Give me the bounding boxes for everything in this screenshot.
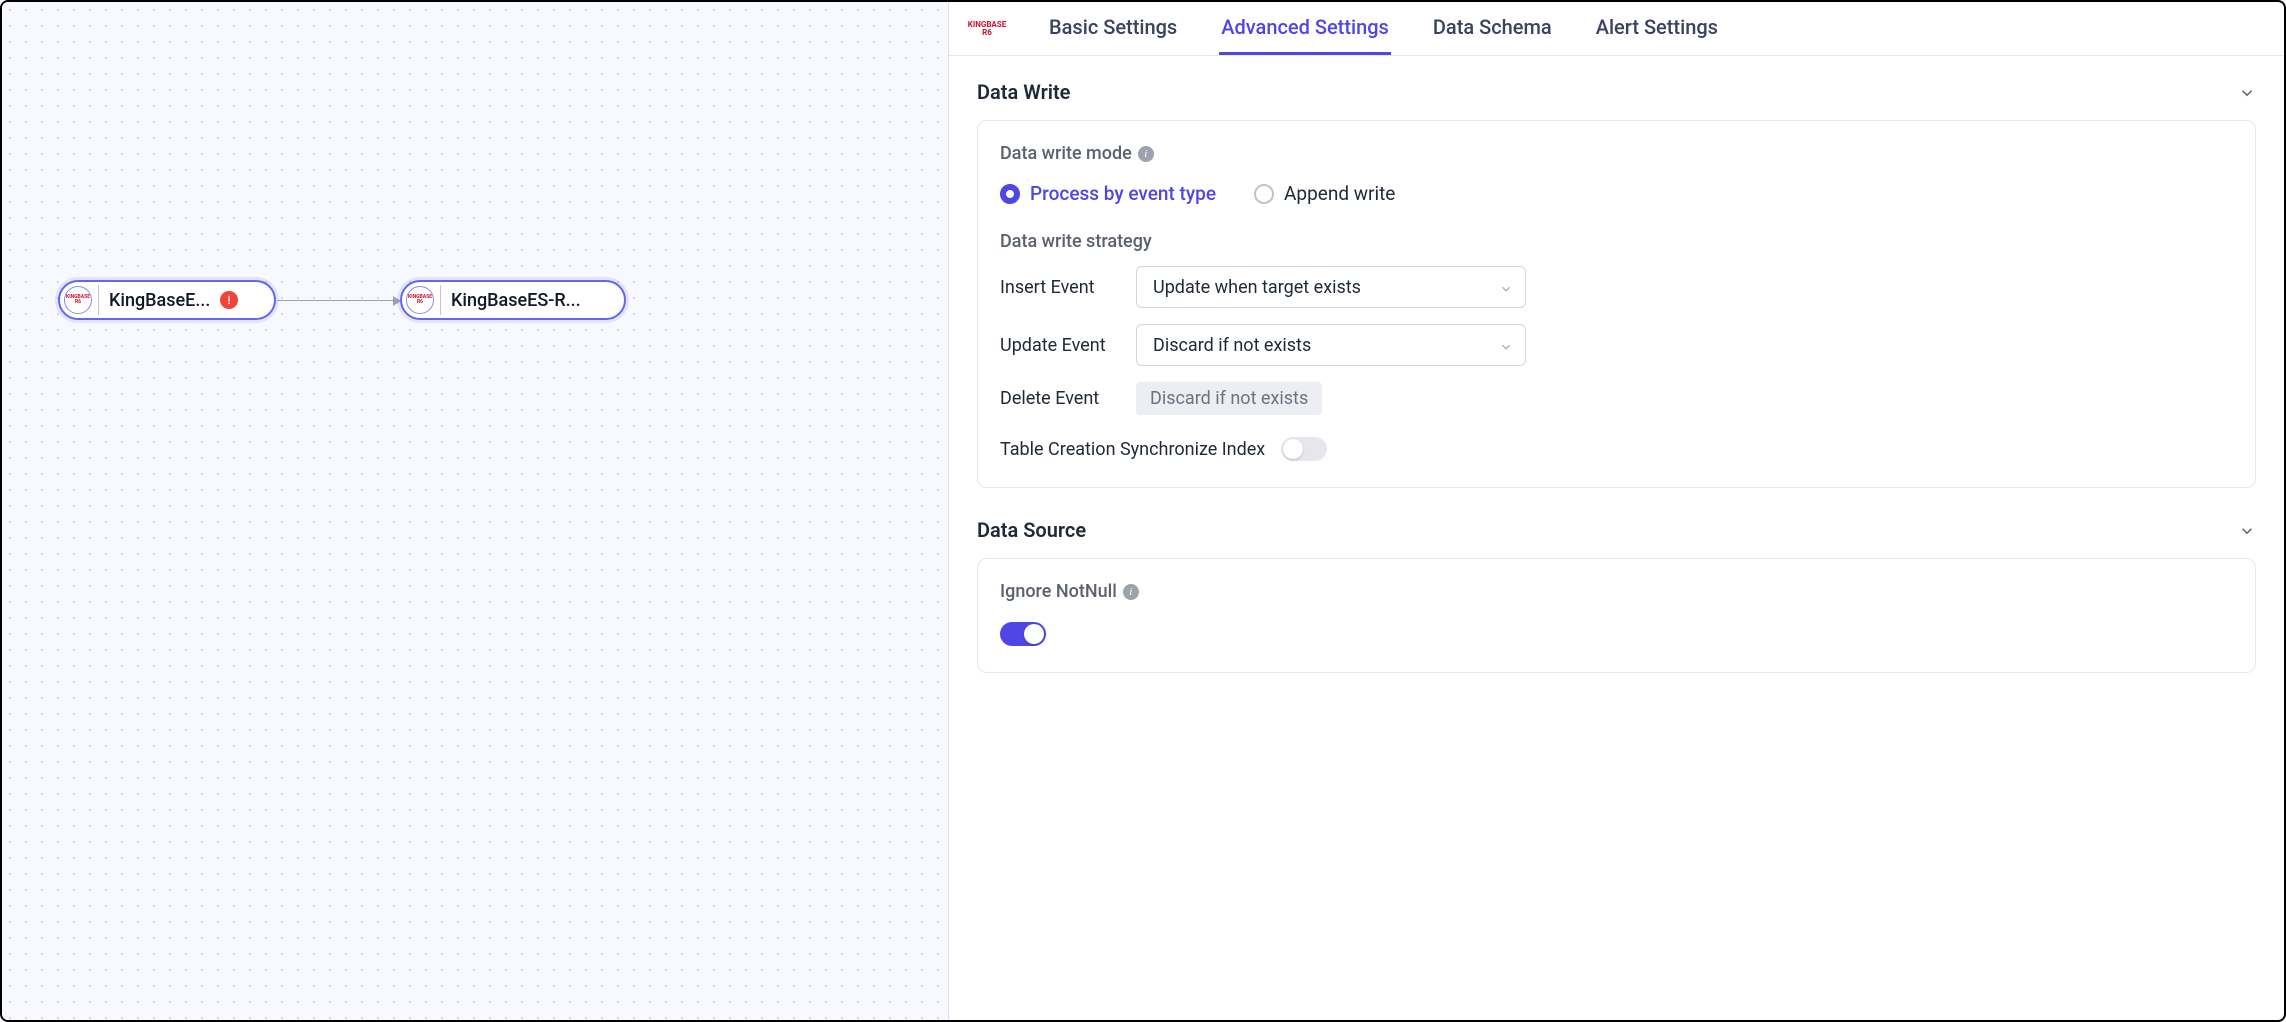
label-text: Data write mode [1000,143,1132,164]
tab-data-schema[interactable]: Data Schema [1431,2,1554,55]
radio-label: Process by event type [1030,182,1216,205]
section-toggle-data-write[interactable]: Data Write [977,80,2256,104]
radio-process-by-event-type[interactable]: Process by event type [1000,182,1216,205]
ignore-notnull-label: Ignore NotNull i [1000,581,2233,602]
edge-source-to-target [277,300,400,301]
sync-index-toggle[interactable] [1281,437,1327,461]
info-icon[interactable]: i [1138,146,1154,162]
config-panel: KINGBASE R6 Basic Settings Advanced Sett… [949,2,2284,1020]
node-target[interactable]: KINGBASE R6 KingBaseES-R... [400,280,626,320]
node-divider [98,285,99,315]
insert-event-label: Insert Event [1000,277,1120,298]
section-toggle-data-source[interactable]: Data Source [977,518,2256,542]
data-write-strategy-label: Data write strategy [1000,231,2233,252]
sync-index-label: Table Creation Synchronize Index [1000,439,1265,460]
label-text: Ignore NotNull [1000,581,1117,602]
radio-append-write[interactable]: Append write [1254,182,1395,205]
insert-event-select[interactable]: Update when target exists [1136,266,1526,308]
data-source-card: Ignore NotNull i [977,558,2256,673]
label-text: Data write strategy [1000,231,1152,252]
radio-label: Append write [1284,182,1395,205]
node-source[interactable]: KINGBASE R6 KingBaseE... [58,280,276,320]
chevron-down-icon [2238,83,2256,101]
delete-event-value: Discard if not exists [1136,382,1322,415]
data-write-mode-label: Data write mode i [1000,143,2233,164]
node-label: KingBaseES-R... [451,290,581,311]
select-value: Update when target exists [1153,277,1361,298]
section-title: Data Source [977,518,1086,542]
chevron-down-icon [1499,338,1513,352]
radio-icon [1254,184,1274,204]
section-title: Data Write [977,80,1070,104]
tab-basic-settings[interactable]: Basic Settings [1047,2,1179,55]
ignore-notnull-toggle[interactable] [1000,622,1046,646]
kingbase-icon: KINGBASE R6 [967,21,1007,37]
data-write-mode-radios: Process by event type Append write [1000,182,2233,205]
chevron-down-icon [2238,521,2256,539]
delete-event-label: Delete Event [1000,388,1120,409]
warning-icon [220,291,238,309]
kingbase-icon: KINGBASE R6 [64,286,92,314]
node-label: KingBaseE... [109,290,210,311]
kingbase-icon: KINGBASE R6 [406,286,434,314]
radio-icon [1000,184,1020,204]
info-icon[interactable]: i [1123,584,1139,600]
tab-alert-settings[interactable]: Alert Settings [1594,2,1720,55]
tab-bar: KINGBASE R6 Basic Settings Advanced Sett… [949,2,2284,56]
update-event-label: Update Event [1000,335,1120,356]
select-value: Discard if not exists [1153,335,1311,356]
update-event-select[interactable]: Discard if not exists [1136,324,1526,366]
chevron-down-icon [1499,280,1513,294]
data-write-card: Data write mode i Process by event type … [977,120,2256,488]
node-divider [440,285,441,315]
flow-canvas[interactable]: KINGBASE R6 KingBaseE... KINGBASE R6 Kin… [2,2,949,1020]
tab-advanced-settings[interactable]: Advanced Settings [1219,2,1391,55]
